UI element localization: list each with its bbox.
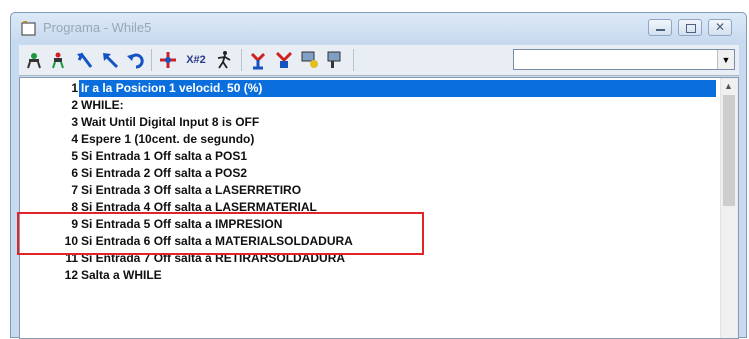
vertical-scrollbar[interactable]: ▲	[720, 78, 738, 338]
line-number: 1	[71, 81, 78, 95]
program-line[interactable]: 12 Salta a WHILE	[20, 267, 720, 284]
program-icon	[21, 21, 36, 36]
toolbar-separator	[151, 49, 152, 71]
line-text: Si Entrada 1 Off salta a POS1	[81, 149, 248, 163]
camera-icon[interactable]	[325, 49, 347, 71]
line-number: 7	[71, 183, 78, 197]
robot-io-icon[interactable]	[247, 49, 269, 71]
line-number: 5	[71, 149, 78, 163]
command-combo[interactable]: ▼	[513, 49, 735, 70]
line-number: 12	[64, 268, 78, 282]
restore-icon	[686, 24, 696, 33]
xor-icon[interactable]: X#2	[181, 49, 211, 71]
program-list[interactable]: 1 Ir a la Posicion 1 velocid. 50 (%) 2 WHIL…	[19, 77, 739, 339]
line-text: WHILE:	[81, 98, 124, 112]
toolbar-separator	[241, 49, 242, 71]
program-line[interactable]: 5 Si Entrada 1 Off salta a POS1	[20, 148, 720, 165]
arrow-up-left-blue-icon[interactable]	[73, 49, 95, 71]
program-line[interactable]: 6 Si Entrada 2 Off salta a POS2	[20, 165, 720, 182]
line-number: 6	[71, 166, 78, 180]
robot-output-icon[interactable]	[273, 49, 295, 71]
toolbar: X#2 ▼	[19, 45, 739, 76]
robot-teach-icon[interactable]	[23, 49, 45, 71]
program-line[interactable]: 1 Ir a la Posicion 1 velocid. 50 (%)	[20, 80, 720, 97]
program-line[interactable]: 3 Wait Until Digital Input 8 is OFF	[20, 114, 720, 131]
program-line[interactable]: 7 Si Entrada 3 Off salta a LASERRETIRO	[20, 182, 720, 199]
person-walk-icon[interactable]	[213, 49, 235, 71]
scrollbar-thumb[interactable]	[723, 95, 735, 206]
window-title: Programa - While5	[43, 20, 152, 35]
line-text: Espere 1 (10cent. de segundo)	[81, 132, 255, 146]
close-button[interactable]: ✕	[708, 19, 732, 36]
line-number: 3	[71, 115, 78, 129]
minimize-icon	[656, 29, 665, 31]
program-line[interactable]: 4 Espere 1 (10cent. de segundo)	[20, 131, 720, 148]
paint-icon[interactable]	[299, 49, 321, 71]
robot-move-icon[interactable]	[47, 49, 69, 71]
line-number: 4	[71, 132, 78, 146]
scroll-up-icon[interactable]: ▲	[724, 81, 733, 91]
undo-icon[interactable]	[125, 49, 147, 71]
line-text: Salta a WHILE	[81, 268, 162, 282]
line-text: Si Entrada 2 Off salta a POS2	[81, 166, 248, 180]
restore-button[interactable]	[678, 19, 702, 36]
annotation-highlight-box	[17, 212, 424, 255]
program-line[interactable]: 2 WHILE:	[20, 97, 720, 114]
arrow-up-left-icon[interactable]	[99, 49, 121, 71]
close-icon: ✕	[715, 20, 726, 34]
toolbar-separator	[353, 49, 354, 71]
robot-axis-icon[interactable]	[157, 49, 179, 71]
line-text: Ir a la Posicion 1 velocid. 50 (%)	[79, 80, 716, 97]
line-text: Wait Until Digital Input 8 is OFF	[81, 115, 260, 129]
program-window: Programa - While5 ✕ X#2 ▼ 1 Ir a la Posi…	[10, 12, 747, 339]
line-number: 2	[71, 98, 78, 112]
minimize-button[interactable]	[648, 19, 672, 36]
line-text: Si Entrada 3 Off salta a LASERRETIRO	[81, 183, 302, 197]
title-bar[interactable]: Programa - While5 ✕	[11, 13, 746, 43]
chevron-down-icon[interactable]: ▼	[717, 50, 734, 69]
